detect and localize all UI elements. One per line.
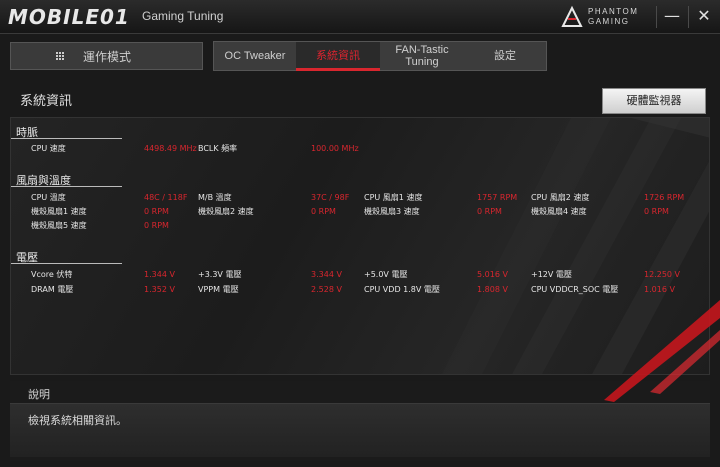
- tab-fan-line2: Tuning: [405, 56, 439, 68]
- system-info-panel: 時脈 CPU 速度 4498.49 MHz BCLK 頻率 100.00 MHz…: [10, 117, 710, 375]
- app-title: Gaming Tuning: [142, 9, 224, 23]
- brand-line2: GAMING: [588, 17, 630, 26]
- fan-label: 機殼風扇5 速度: [31, 221, 87, 230]
- fan-label: M/B 溫度: [198, 193, 232, 202]
- fan-label: 機殼風扇3 速度: [364, 207, 420, 216]
- grid-icon: [56, 52, 64, 60]
- voltage-value: 2.528 V: [311, 285, 342, 294]
- fan-value: 0 RPM: [144, 207, 169, 216]
- bclk-value: 100.00 MHz: [311, 144, 359, 153]
- fan-label: 機殼風扇2 速度: [198, 207, 254, 216]
- voltage-label: VPPM 電壓: [198, 285, 239, 294]
- voltage-value: 12.250 V: [644, 270, 681, 279]
- section-divider: [11, 186, 122, 187]
- voltage-value: 3.344 V: [311, 270, 342, 279]
- tab-fan-tastic-tuning[interactable]: FAN-Tastic Tuning: [380, 42, 464, 70]
- voltage-value: 1.016 V: [644, 285, 675, 294]
- title-bar: MOBILE01 Gaming Tuning PHANTOM GAMING — …: [0, 0, 720, 34]
- voltage-label: Vcore 伏特: [31, 270, 73, 279]
- section-divider: [11, 138, 122, 139]
- tab-system-info[interactable]: 系統資訊: [296, 42, 380, 71]
- tab-oc-tweaker[interactable]: OC Tweaker: [214, 42, 296, 70]
- description-box: 檢視系統相關資訊。: [10, 403, 710, 457]
- tab-bar: OC Tweaker 系統資訊 FAN-Tastic Tuning 設定: [213, 41, 547, 71]
- voltage-value: 1.352 V: [144, 285, 175, 294]
- brand-line1: PHANTOM: [588, 7, 639, 16]
- fan-value: 1757 RPM: [477, 193, 518, 202]
- fan-label: 機殼風扇1 速度: [31, 207, 87, 216]
- background-decoration: [442, 118, 709, 374]
- fan-value: 48C / 118F: [144, 193, 188, 202]
- operation-mode-label: 運作模式: [83, 50, 132, 64]
- voltage-value: 1.808 V: [477, 285, 508, 294]
- hardware-monitor-button[interactable]: 硬體監視器: [602, 88, 706, 114]
- fan-value: 1726 RPM: [644, 193, 685, 202]
- voltage-label: +3.3V 電壓: [198, 270, 242, 279]
- voltage-label: +12V 電壓: [531, 270, 572, 279]
- operation-mode-button[interactable]: 運作模式: [10, 42, 203, 70]
- brand-text: PHANTOM GAMING: [588, 7, 638, 27]
- cpu-speed-label: CPU 速度: [31, 144, 66, 153]
- page-title: 系統資訊: [20, 94, 73, 109]
- fan-label: CPU 風扇2 速度: [531, 193, 590, 202]
- phantom-gaming-logo-icon: [561, 5, 583, 27]
- voltage-value: 1.344 V: [144, 270, 175, 279]
- description-area: 說明 檢視系統相關資訊。: [10, 381, 710, 461]
- voltage-label: CPU VDD 1.8V 電壓: [364, 285, 440, 294]
- fan-value: 37C / 98F: [311, 193, 350, 202]
- fan-value: 0 RPM: [477, 207, 502, 216]
- fan-value: 0 RPM: [644, 207, 669, 216]
- tab-settings[interactable]: 設定: [464, 42, 546, 70]
- section-divider: [11, 263, 122, 264]
- voltage-value: 5.016 V: [477, 270, 508, 279]
- voltage-label: +5.0V 電壓: [364, 270, 408, 279]
- description-title: 說明: [28, 388, 50, 401]
- fan-label: CPU 風扇1 速度: [364, 193, 423, 202]
- close-icon[interactable]: ✕: [692, 4, 716, 28]
- separator: [688, 6, 689, 28]
- fan-value: 0 RPM: [144, 221, 169, 230]
- tab-fan-line1: FAN-Tastic: [395, 44, 449, 56]
- fan-label: 機殼風扇4 速度: [531, 207, 587, 216]
- fan-value: 0 RPM: [311, 207, 336, 216]
- fan-label: CPU 溫度: [31, 193, 66, 202]
- bclk-label: BCLK 頻率: [198, 144, 238, 153]
- site-logo: MOBILE01: [8, 5, 130, 29]
- voltage-label: DRAM 電壓: [31, 285, 74, 294]
- separator: [656, 6, 657, 28]
- minimize-icon[interactable]: —: [660, 4, 684, 28]
- cpu-speed-value: 4498.49 MHz: [144, 144, 197, 153]
- description-text: 檢視系統相關資訊。: [28, 414, 127, 427]
- voltage-label: CPU VDDCR_SOC 電壓: [531, 285, 619, 294]
